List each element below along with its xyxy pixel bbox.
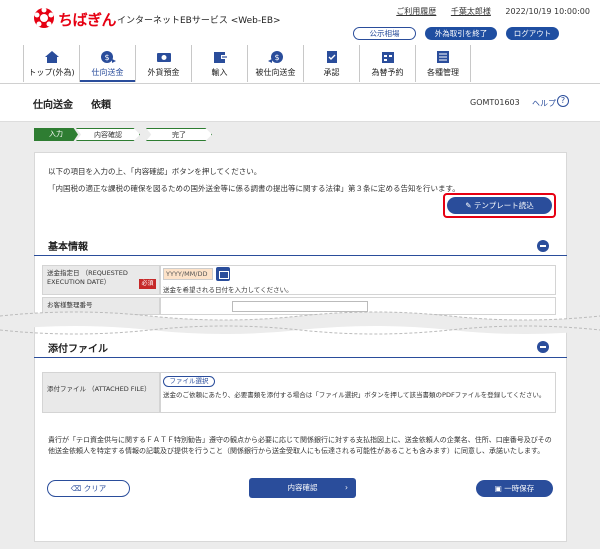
file-select-button[interactable]: ファイル選択 — [163, 376, 215, 387]
chevron-right-icon: › — [345, 483, 348, 492]
attach-hint: 送金のご依頼にあたり、必要書類を添付する場合は「ファイル選択」ボタンを押して該当… — [163, 391, 546, 399]
collapse-attach-icon[interactable] — [537, 341, 549, 353]
nav-label: 各種管理 — [427, 68, 459, 77]
incoming-icon: $ — [267, 51, 283, 63]
page-title-main: 仕向送金 — [33, 100, 73, 111]
clear-label: クリア — [83, 484, 107, 493]
attach-title: 添付ファイル — [48, 344, 108, 355]
help-link[interactable]: ヘルプ — [532, 98, 556, 109]
usage-history-link[interactable]: ご利用履歴 — [396, 7, 436, 16]
nav-label: 仕向送金 — [91, 68, 124, 77]
temp-save-label: 一時保存 — [504, 484, 535, 493]
date-input[interactable]: YYYY/MM/DD — [163, 268, 213, 280]
logout-button[interactable]: ログアウト — [506, 27, 559, 40]
nav-label: 輸入 — [211, 68, 228, 77]
page-title: 仕向送金 依頼 — [33, 96, 111, 111]
save-icon: ▣ — [494, 484, 505, 493]
top-links: ご利用履歴 千葉太郎様 2022/10/19 10:00:00 — [384, 6, 590, 17]
service-name: インターネットEBサービス <Web-EB> — [117, 16, 281, 26]
step-confirm: 内容確認 — [76, 128, 140, 141]
nav-label: 外貨預金 — [147, 68, 180, 77]
template-load-button[interactable]: ✎ テンプレート読込 — [447, 197, 552, 214]
svg-text:$: $ — [274, 53, 279, 62]
pencil-icon: ✎ — [465, 201, 474, 210]
public-quote-button[interactable]: 公示相場 — [353, 27, 416, 40]
nav-item-deposit[interactable]: 外貨預金 — [135, 45, 191, 82]
step-input: 入力 — [34, 128, 78, 141]
clear-button[interactable]: ⌫ クリア — [47, 480, 130, 497]
step-complete: 完了 — [146, 128, 212, 141]
attach-header — [34, 334, 567, 358]
nav-item-top[interactable]: トップ(外為) — [23, 45, 79, 82]
help-icon[interactable]: ? — [557, 95, 569, 107]
nav-item-approve[interactable]: 承認 — [303, 45, 359, 82]
user-name[interactable]: 千葉太郎様 — [451, 7, 491, 16]
collapse-basic-icon[interactable] — [537, 240, 549, 252]
svg-text:$: $ — [104, 53, 109, 62]
temp-save-button[interactable]: ▣ 一時保存 — [476, 480, 553, 497]
nav-label: 承認 — [323, 68, 340, 77]
end-fx-button[interactable]: 外為取引を終了 — [425, 27, 497, 40]
confirm-label: 内容確認 — [287, 483, 318, 492]
bank-logo-text: ちばぎん — [58, 11, 117, 29]
main-nav: トップ(外為) $ 仕向送金 外貨預金 輸入 $ 被仕向送金 承認 為替予約 各… — [23, 45, 473, 82]
nav-label: 被仕向送金 — [255, 68, 296, 77]
eraser-icon: ⌫ — [70, 484, 84, 493]
forward-icon — [381, 52, 394, 63]
confirm-button[interactable]: 内容確認 › — [249, 478, 356, 498]
login-datetime: 2022/10/19 10:00:00 — [505, 7, 590, 16]
nav-item-forward[interactable]: 為替予約 — [359, 45, 415, 82]
nav-item-remittance[interactable]: $ 仕向送金 — [79, 45, 135, 82]
nav-item-manage[interactable]: 各種管理 — [415, 45, 471, 82]
template-load-label: テンプレート読込 — [473, 201, 534, 210]
bank-logo-icon — [34, 7, 54, 28]
approve-icon — [326, 51, 337, 63]
intro-text-2: 「内国税の適正な課税の確保を図るための国外送金等に係る調書の提出等に関する法律」… — [48, 184, 460, 193]
page-title-sub: 依頼 — [91, 100, 111, 111]
nav-label: トップ(外為) — [28, 68, 75, 77]
nav-item-import[interactable]: 輸入 — [191, 45, 247, 82]
remittance-icon: $ — [100, 51, 116, 63]
attach-label: 添付ファイル （ATTACHED FILE） — [42, 372, 160, 413]
fatf-notice: 貴行が「テロ資金供与に関するＦＡＴＦ特別勧告」遵守の観点から必要に応じて関係銀行… — [48, 436, 552, 455]
manage-icon — [437, 51, 449, 63]
import-icon — [213, 52, 227, 63]
calendar-icon[interactable] — [216, 267, 230, 281]
deposit-icon — [156, 53, 171, 62]
basic-info-title: 基本情報 — [48, 242, 88, 253]
nav-item-incoming[interactable]: $ 被仕向送金 — [247, 45, 303, 82]
intro-text-1: 以下の項目を入力の上、「内容確認」ボタンを押してください。 — [48, 167, 262, 176]
basic-info-header — [34, 232, 567, 256]
home-icon — [44, 51, 59, 63]
nav-label: 為替予約 — [371, 68, 404, 77]
screen-id: GOMT01603 — [470, 98, 520, 107]
date-hint: 送金を希望される日付を入力してください。 — [163, 286, 293, 294]
required-badge: 必須 — [139, 279, 156, 289]
